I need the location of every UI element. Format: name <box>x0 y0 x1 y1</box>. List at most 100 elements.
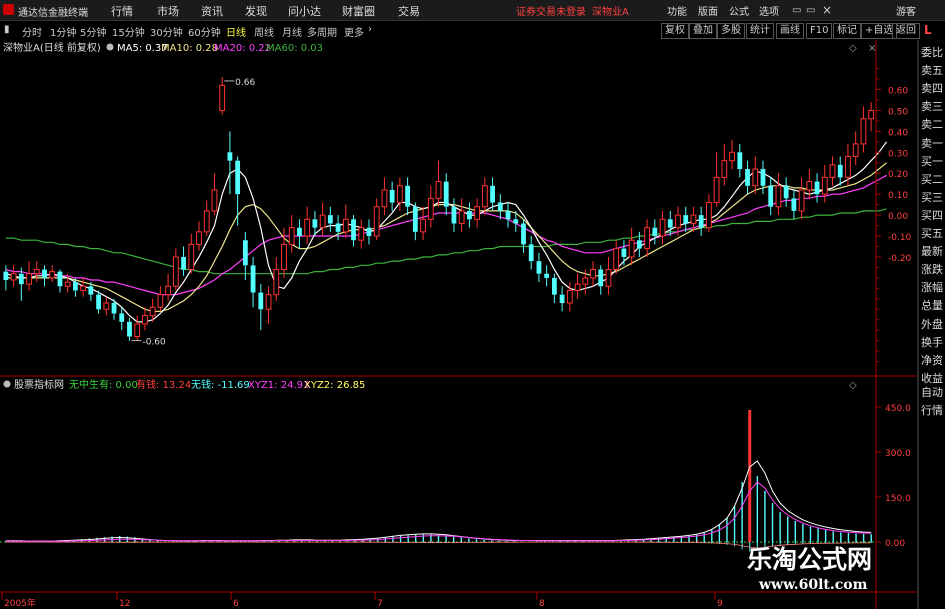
menu-formula[interactable]: 公式 <box>729 3 749 18</box>
chevron-left-icon[interactable]: ▮ <box>4 24 10 35</box>
candle-body-down <box>497 202 503 211</box>
f10-button[interactable]: F10 <box>806 23 833 39</box>
period-tab-multi[interactable]: 多周期 <box>307 24 337 39</box>
candle-body-up <box>288 227 295 245</box>
panel-gear-icon[interactable]: ◇ <box>849 43 857 54</box>
candle-body-up <box>845 155 851 178</box>
login-status[interactable]: 证券交易未登录 <box>516 3 586 18</box>
chevron-right-icon[interactable]: › <box>368 24 372 35</box>
restore-icon[interactable]: ▭ <box>806 5 815 16</box>
side-field[interactable]: 卖五 <box>919 62 945 80</box>
y-tick-label: 0.10 <box>888 191 908 201</box>
menu-quotes[interactable]: 行情 <box>111 3 133 19</box>
candle-body-up <box>775 185 782 208</box>
candle-body-up <box>729 151 735 162</box>
period-tab-30min[interactable]: 30分钟 <box>150 24 183 39</box>
menu-layout[interactable]: 版面 <box>698 3 718 18</box>
ind-wuqian: 无钱: -11.69 <box>191 378 250 391</box>
side-field[interactable]: 总量 <box>919 297 945 315</box>
candle-body-up <box>381 189 388 208</box>
candle-body-down <box>412 206 418 232</box>
x-tick-label: 7 <box>377 599 383 609</box>
candle-body-up <box>474 206 481 220</box>
candle-body-down <box>745 169 750 186</box>
panel-close-icon[interactable]: × <box>868 43 876 54</box>
x-tick-label: 8 <box>539 599 545 609</box>
menu-discover[interactable]: 发现 <box>245 3 267 19</box>
side-field[interactable]: 最新 <box>919 243 945 261</box>
minimize-icon[interactable]: ▭ <box>792 5 801 16</box>
candle-body-down <box>513 219 519 224</box>
period-tab-monthly[interactable]: 月线 <box>282 24 302 39</box>
annotation-label: -0.60 <box>142 338 166 348</box>
period-tab-more[interactable]: 更多 <box>344 24 364 39</box>
side-field[interactable]: 换手 <box>919 334 945 352</box>
candle-body-down <box>768 185 774 207</box>
overlay-button[interactable]: 叠加 <box>689 23 717 39</box>
multi-stock-button[interactable]: 多股 <box>717 23 745 39</box>
side-field[interactable]: 买一 <box>919 153 945 171</box>
ind-gear-icon[interactable]: ◇ <box>849 380 857 391</box>
guest-label[interactable]: 游客 <box>896 3 916 18</box>
side-field[interactable]: 外盘 <box>919 316 945 334</box>
candle-body-up <box>80 285 87 291</box>
adjust-button[interactable]: 复权 <box>661 23 689 39</box>
menu-market[interactable]: 市场 <box>157 3 179 19</box>
candle-body-up <box>427 197 434 220</box>
mark-button[interactable]: 标记 <box>833 23 861 39</box>
candle-body-up <box>829 164 836 178</box>
side-auto-field[interactable]: 自动 <box>919 384 945 402</box>
menu-function[interactable]: 功能 <box>667 3 687 18</box>
back-button[interactable]: 返回 <box>892 23 920 39</box>
candle-body-up <box>149 306 156 317</box>
period-tab-60min[interactable]: 60分钟 <box>188 24 221 39</box>
period-tab-5min[interactable]: 5分钟 <box>80 24 106 39</box>
kline-chart[interactable]: 0.66 -0.60 0.60 0.50 0.40 0.30 0.20 0.10 0.00 -0… <box>0 40 945 609</box>
period-tab-weekly[interactable]: 周线 <box>254 24 274 39</box>
side-field[interactable]: 卖二 <box>919 116 945 134</box>
side-field[interactable]: 涨跌 <box>919 261 945 279</box>
stats-button[interactable]: 统计 <box>746 23 774 39</box>
side-field[interactable]: 净资 <box>919 352 945 370</box>
candle-body-up <box>281 243 287 271</box>
candle-body-down <box>366 227 372 237</box>
period-tab-15min[interactable]: 15分钟 <box>112 24 145 39</box>
candle-body-up <box>690 214 697 224</box>
side-field[interactable]: 买二 <box>919 171 945 189</box>
menu-news[interactable]: 资讯 <box>201 3 223 19</box>
candle-body-up <box>860 118 867 145</box>
side-field[interactable]: 买五 <box>919 225 945 243</box>
candle-body-up <box>304 218 311 237</box>
candle-body-up <box>273 269 280 296</box>
candle-body-up <box>373 206 380 237</box>
side-field[interactable]: 委比 <box>919 44 945 62</box>
side-field[interactable]: 卖四 <box>919 80 945 98</box>
indicator-toggle-icon[interactable] <box>3 380 11 388</box>
candle-body-up <box>203 210 210 233</box>
candle-body-up <box>481 185 488 208</box>
side-field[interactable]: 涨幅 <box>919 279 945 297</box>
menu-wealth[interactable]: 财富圈 <box>342 3 375 19</box>
side-field[interactable]: 买三 <box>919 189 945 207</box>
l-icon[interactable]: L <box>924 23 932 37</box>
period-tab-timeshare[interactable]: 分时 <box>22 24 42 39</box>
ind-tick-label: 150.0 <box>885 494 911 504</box>
candle-body-down <box>258 292 264 310</box>
menu-ask[interactable]: 问小达 <box>288 3 321 19</box>
period-tab-1min[interactable]: 1分钟 <box>50 24 76 39</box>
candle-body-up <box>188 243 195 271</box>
draw-line-button[interactable]: 画线 <box>776 23 804 39</box>
menu-options[interactable]: 选项 <box>759 3 779 18</box>
close-icon[interactable]: × <box>822 3 832 17</box>
candle-body-up <box>396 185 403 204</box>
side-field[interactable]: 卖一 <box>919 135 945 153</box>
legend-toggle-icon[interactable] <box>106 43 114 51</box>
menu-trade[interactable]: 交易 <box>398 3 420 19</box>
side-auto-field[interactable]: 行情 <box>919 402 945 420</box>
candle-body-up <box>706 202 712 229</box>
candle-body-down <box>760 169 766 186</box>
side-field[interactable]: 卖三 <box>919 98 945 116</box>
side-field[interactable]: 买四 <box>919 207 945 225</box>
period-tab-daily[interactable]: 日线 <box>226 24 246 39</box>
period-toolbar: ▮ 分时 1分钟 5分钟 15分钟 30分钟 60分钟 日线 周线 月线 多周期… <box>0 21 945 41</box>
